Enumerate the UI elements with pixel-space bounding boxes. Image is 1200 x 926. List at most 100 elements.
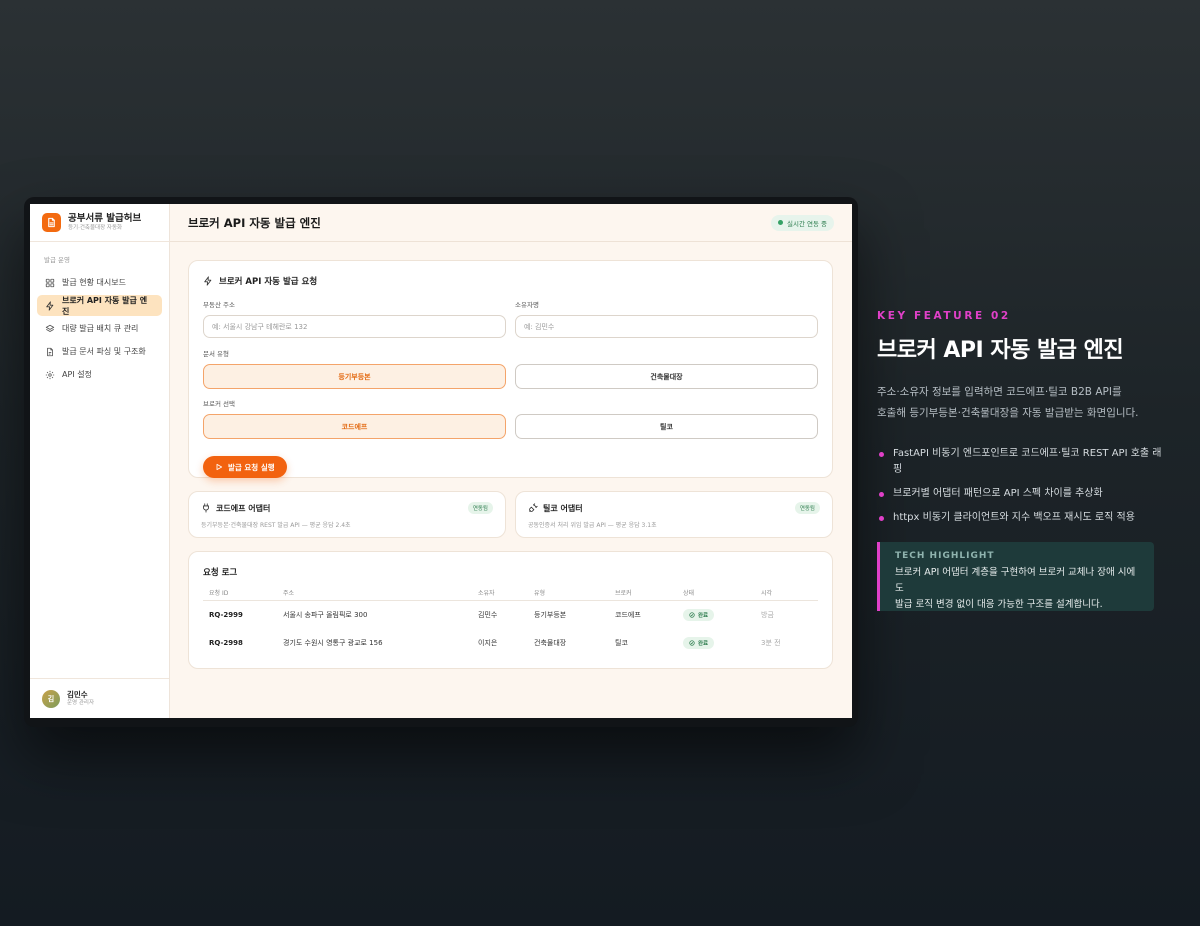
table-header: 요청 ID 주소 소유자 유형 브로커 상태 시각 xyxy=(203,585,818,601)
sidebar-item-dashboard[interactable]: 발급 현황 대시보드 xyxy=(37,272,162,293)
col-header: 브로커 xyxy=(615,590,632,597)
owner-input[interactable]: 예: 김민수 xyxy=(515,315,818,338)
brand-subtitle: 등기·건축물대장 자동화 xyxy=(68,225,123,231)
check-circle-icon xyxy=(689,612,695,618)
bullet-text: 브로커별 어댑터 패턴으로 API 스펙 차이를 추상화 xyxy=(893,488,1103,499)
sidebar-item-label: 브로커 API 자동 발급 엔진 xyxy=(62,295,148,316)
sidebar-item-api-settings[interactable]: API 설정 xyxy=(37,364,162,385)
cell-broker: 코드에프 xyxy=(615,611,641,619)
adapter-description: 공동인증서 처리 위임 발급 API — 평균 응답 3.1초 xyxy=(528,522,657,529)
doc-type-registry-option[interactable]: 등기부등본 xyxy=(203,364,506,389)
cell-request-id: RQ-2999 xyxy=(209,611,243,619)
request-log-table: 요청 ID 주소 소유자 유형 브로커 상태 시각 RQ-2999 서울시 송파… xyxy=(203,585,818,657)
check-circle-icon xyxy=(689,640,695,646)
col-header: 주소 xyxy=(283,590,295,597)
connected-badge: 연동됨 xyxy=(467,502,493,514)
sidebar-item-label: 발급 현황 대시보드 xyxy=(62,278,126,287)
col-header: 소유자 xyxy=(478,590,495,597)
bullet-dot-icon xyxy=(879,516,884,521)
plug-icon xyxy=(203,503,209,513)
col-header: 상태 xyxy=(683,590,695,597)
user-profile[interactable]: 김 김민수 운영 관리자 xyxy=(30,678,169,718)
request-log-card: 요청 로그 요청 ID 주소 소유자 유형 브로커 상태 시각 RQ-2999 … xyxy=(188,551,833,669)
cell-address: 경기도 수원시 영통구 광교로 156 xyxy=(283,639,383,647)
cell-owner: 이지은 xyxy=(478,639,498,647)
user-role: 운영 관리자 xyxy=(67,700,95,706)
sidebar-item-doc-parsing[interactable]: 발급 문서 파싱 및 구조화 xyxy=(37,341,162,362)
request-form-title-text: 브로커 API 자동 발급 요청 xyxy=(219,277,318,287)
feature-kicker: KEY FEATURE 02 xyxy=(877,310,1011,322)
list-item: 브로커별 어댑터 패턴으로 API 스펙 차이를 추상화 xyxy=(877,486,1167,502)
doc-type-label: 문서 유형 xyxy=(203,350,229,358)
sidebar-item-label: API 설정 xyxy=(62,370,92,379)
brand[interactable]: 공부서류 발급허브 등기·건축물대장 자동화 xyxy=(30,204,169,242)
request-form-title: 브로커 API 자동 발급 요청 xyxy=(203,275,818,287)
nav-section-label: 발급 운영 xyxy=(44,256,70,264)
feature-description-line: 주소·소유자 정보를 입력하면 코드에프·틸코 B2B API를 xyxy=(877,386,1122,398)
adapter-name: 코드에프 어댑터 xyxy=(216,503,271,513)
sidebar-item-label: 발급 문서 파싱 및 구조화 xyxy=(62,347,146,356)
status-badge: 완료 xyxy=(683,637,715,649)
cell-type: 등기부등본 xyxy=(534,611,567,619)
sidebar-item-batch-queue[interactable]: 대량 발급 배치 큐 관리 xyxy=(37,318,162,339)
main-content: 브로커 API 자동 발급 엔진 실시간 연동 중 브로커 API 자동 발급 … xyxy=(170,204,852,718)
cell-time: 3분 전 xyxy=(761,639,781,647)
brand-title: 공부서류 발급허브 xyxy=(68,213,142,224)
owner-label: 소유자명 xyxy=(515,301,539,309)
live-status-text: 실시간 연동 중 xyxy=(786,219,827,228)
cell-broker: 틸코 xyxy=(615,639,628,647)
tech-highlight-line: 발급 로직 변경 없이 대응 가능한 구조를 설계합니다. xyxy=(895,599,1103,610)
play-icon xyxy=(216,463,223,471)
sidebar-item-broker-engine[interactable]: 브로커 API 자동 발급 엔진 xyxy=(37,295,162,316)
device-frame: 공부서류 발급허브 등기·건축물대장 자동화 발급 운영 발급 현황 대시보드 … xyxy=(24,197,858,727)
tech-highlight-body: 브로커 API 어댑터 계층을 구현하여 브로커 교체나 장애 시에도 발급 로… xyxy=(895,565,1139,613)
adapter-description: 등기부등본·건축물대장 REST 발급 API — 평균 응답 2.4초 xyxy=(201,522,351,529)
gear-icon xyxy=(45,370,55,379)
request-log-title: 요청 로그 xyxy=(203,568,238,578)
tech-highlight-title: TECH HIGHLIGHT xyxy=(895,551,995,561)
sidebar-item-label: 대량 발급 배치 큐 관리 xyxy=(62,324,139,333)
plug-icon xyxy=(529,503,538,512)
bullet-text: httpx 비동기 클라이언트와 지수 백오프 재시도 로직 적용 xyxy=(893,512,1135,523)
feature-title: 브로커 API 자동 발급 엔진 xyxy=(877,338,1124,363)
cell-time: 방금 xyxy=(761,611,774,619)
cell-owner: 김민수 xyxy=(478,611,498,619)
submit-request-button[interactable]: 발급 요청 실행 xyxy=(203,456,287,478)
topbar: 브로커 API 자동 발급 엔진 실시간 연동 중 xyxy=(170,204,852,242)
page-title: 브로커 API 자동 발급 엔진 xyxy=(188,215,321,230)
table-row[interactable]: RQ-2999 서울시 송파구 올림픽로 300 김민수 등기부등본 코드에프 … xyxy=(203,601,818,629)
user-name: 김민수 xyxy=(67,690,88,699)
table-row[interactable]: RQ-2998 경기도 수원시 영통구 광교로 156 이지은 건축물대장 틸코… xyxy=(203,629,818,657)
col-header: 요청 ID xyxy=(209,590,229,597)
bullet-dot-icon xyxy=(879,452,884,457)
live-status-badge: 실시간 연동 중 xyxy=(770,214,834,231)
tilko-adapter-card: 틸코 어댑터 연동됨 공동인증서 처리 위임 발급 API — 평균 응답 3.… xyxy=(515,491,833,538)
app-screen: 공부서류 발급허브 등기·건축물대장 자동화 발급 운영 발급 현황 대시보드 … xyxy=(30,204,852,718)
feature-bullets: FastAPI 비동기 엔드포인트로 코드에프·틸코 REST API 호출 래… xyxy=(877,446,1167,526)
cell-request-id: RQ-2998 xyxy=(209,639,243,647)
list-item: FastAPI 비동기 엔드포인트로 코드에프·틸코 REST API 호출 래… xyxy=(877,446,1167,478)
address-input[interactable]: 예: 서울시 강남구 테헤란로 132 xyxy=(203,315,506,338)
lightning-icon xyxy=(46,300,54,311)
status-text: 완료 xyxy=(698,641,709,647)
request-form-card: 브로커 API 자동 발급 요청 부동산 주소 예: 서울시 강남구 테헤란로 … xyxy=(188,260,833,478)
feature-panel: KEY FEATURE 02 브로커 API 자동 발급 엔진 주소·소유자 정… xyxy=(877,310,1167,611)
bullet-text: FastAPI 비동기 엔드포인트로 코드에프·틸코 REST API 호출 래… xyxy=(893,448,1162,475)
doc-type-building-option[interactable]: 건축물대장 xyxy=(515,364,818,389)
cell-address: 서울시 송파구 올림픽로 300 xyxy=(283,611,368,619)
broker-codef-option[interactable]: 코드에프 xyxy=(203,414,506,439)
status-dot-icon xyxy=(777,220,783,225)
codef-adapter-card: 코드에프 어댑터 연동됨 등기부등본·건축물대장 REST 발급 API — 평… xyxy=(188,491,506,538)
list-item: httpx 비동기 클라이언트와 지수 백오프 재시도 로직 적용 xyxy=(877,510,1167,526)
layers-icon xyxy=(45,324,55,332)
submit-request-label: 발급 요청 실행 xyxy=(228,462,275,472)
document-icon xyxy=(47,347,53,356)
sidebar: 공부서류 발급허브 등기·건축물대장 자동화 발급 운영 발급 현황 대시보드 … xyxy=(30,204,170,718)
status-text: 완료 xyxy=(698,613,709,619)
avatar: 김 xyxy=(42,689,60,708)
broker-tilko-option[interactable]: 틸코 xyxy=(515,414,818,439)
adapter-name: 틸코 어댑터 xyxy=(543,503,583,513)
bullet-dot-icon xyxy=(879,492,884,497)
tech-highlight-box: TECH HIGHLIGHT 브로커 API 어댑터 계층을 구현하여 브로커 … xyxy=(877,542,1154,611)
col-header: 유형 xyxy=(534,590,546,597)
